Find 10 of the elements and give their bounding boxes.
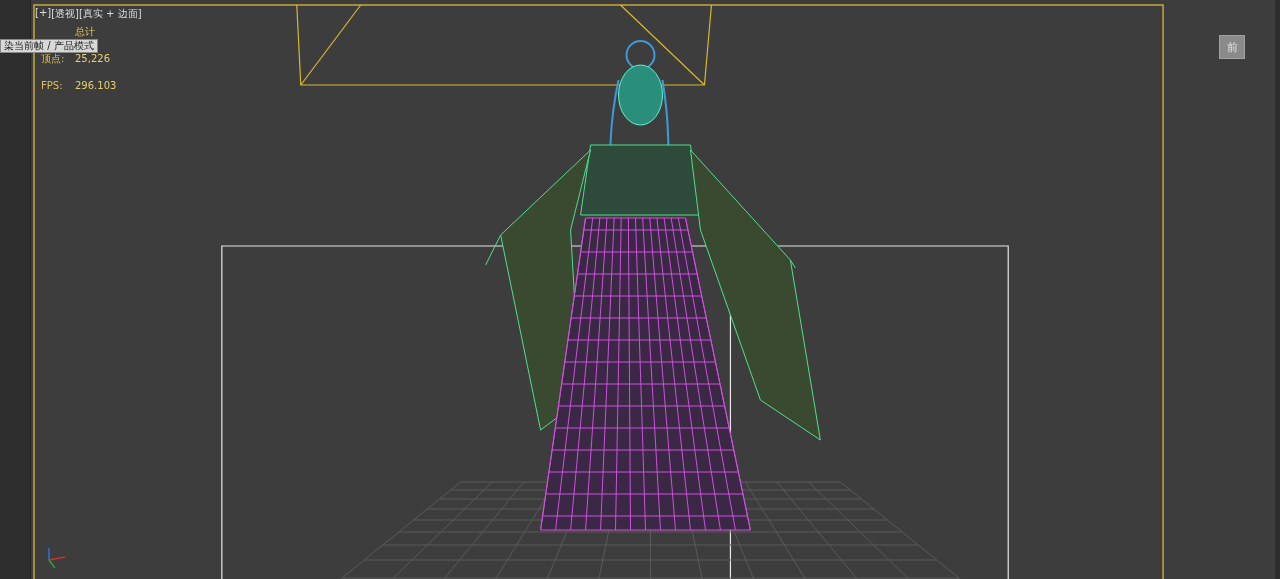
stats-title: 总计 — [75, 26, 96, 38]
stat-label: FPS: — [41, 80, 64, 92]
viewport-menu-label[interactable]: [+] — [35, 7, 52, 21]
tooltip: 染当前帧 / 产品模式 — [0, 39, 98, 53]
stat-label: 顶点: — [41, 53, 66, 65]
viewport-menu-label[interactable]: [真实 + 边面] — [79, 7, 142, 21]
stat-value: 25,226 — [75, 53, 111, 65]
stat-value: 296.103 — [75, 80, 117, 92]
axis-gizmo-icon — [48, 547, 66, 569]
viewport-menu-label[interactable]: [透视] — [51, 7, 79, 21]
